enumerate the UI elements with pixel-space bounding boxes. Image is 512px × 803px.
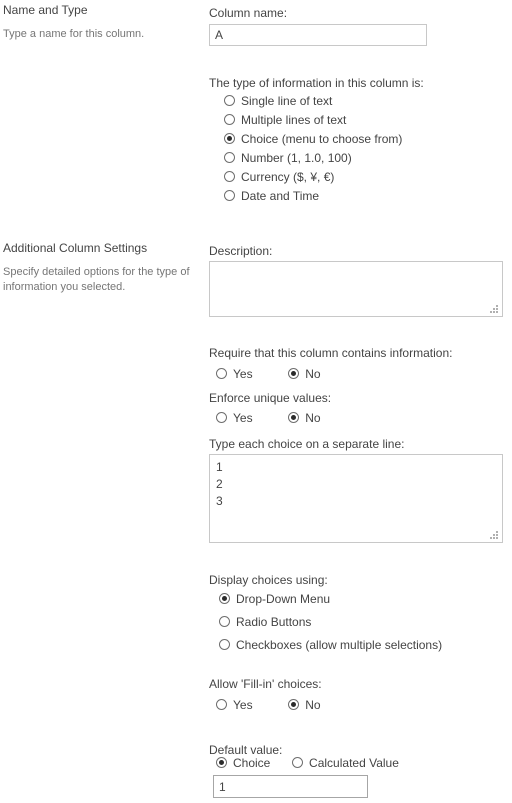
- radio-option-date-and-time[interactable]: Date and Time: [224, 189, 402, 208]
- radio-label: Choice: [233, 756, 271, 770]
- radio-indicator[interactable]: [224, 152, 235, 163]
- radio-indicator[interactable]: [224, 95, 235, 106]
- choices-field-group: Type each choice on a separate line:: [209, 436, 509, 452]
- radio-indicator-selected[interactable]: [219, 593, 230, 604]
- section-additional-column-settings: Additional Column Settings Specify detai…: [3, 241, 208, 295]
- radio-label: Yes: [233, 367, 253, 381]
- section-heading-name-and-type: Name and Type: [3, 3, 88, 17]
- radio-indicator[interactable]: [224, 171, 235, 182]
- enforce-unique-radio-list: Yes No: [216, 411, 321, 430]
- radio-option-unique-no[interactable]: No: [288, 411, 321, 430]
- section-description-name-and-type: Type a name for this column.: [3, 28, 145, 40]
- radio-option-require-no[interactable]: No: [288, 367, 321, 386]
- radio-indicator-selected[interactable]: [288, 412, 300, 423]
- section-heading-additional-settings: Additional Column Settings: [3, 241, 148, 255]
- default-value-radio-list: Choice Calculated Value: [216, 756, 399, 775]
- radio-indicator-selected[interactable]: [216, 757, 227, 768]
- radio-option-checkboxes[interactable]: Checkboxes (allow multiple selections): [219, 638, 442, 661]
- require-information-radio-list: Yes No: [216, 367, 321, 386]
- radio-label: Checkboxes (allow multiple selections): [236, 638, 443, 652]
- radio-label: Number (1, 1.0, 100): [241, 151, 352, 165]
- radio-label: Yes: [233, 698, 253, 712]
- radio-indicator-selected[interactable]: [224, 133, 235, 144]
- fill-in-choices-label: Allow 'Fill-in' choices:: [209, 677, 322, 691]
- radio-label: No: [305, 367, 321, 381]
- radio-option-unique-yes[interactable]: Yes: [216, 411, 253, 430]
- require-information-label: Require that this column contains inform…: [209, 346, 453, 360]
- description-textarea-wrapper: [209, 261, 503, 317]
- radio-label: Radio Buttons: [236, 615, 312, 629]
- radio-indicator[interactable]: [216, 412, 227, 423]
- radio-option-drop-down-menu[interactable]: Drop-Down Menu: [219, 592, 442, 615]
- column-name-input[interactable]: [209, 24, 427, 46]
- radio-option-radio-buttons[interactable]: Radio Buttons: [219, 615, 442, 638]
- section-description-additional-settings: Specify detailed options for the type of…: [3, 266, 190, 293]
- section-name-and-type: Name and Type Type a name for this colum…: [3, 3, 208, 42]
- enforce-unique-label: Enforce unique values:: [209, 391, 332, 405]
- description-label: Description:: [209, 244, 273, 258]
- fill-in-choices-group: Allow 'Fill-in' choices:: [209, 676, 509, 692]
- radio-label: Yes: [233, 411, 253, 425]
- choices-label: Type each choice on a separate line:: [209, 437, 405, 451]
- description-textarea[interactable]: [209, 261, 503, 317]
- display-choices-label: Display choices using:: [209, 573, 328, 587]
- radio-label: Date and Time: [241, 189, 320, 203]
- radio-option-number[interactable]: Number (1, 1.0, 100): [224, 151, 402, 170]
- radio-label: Choice (menu to choose from): [241, 132, 403, 146]
- radio-label: Currency ($, ¥, €): [241, 170, 335, 184]
- column-name-label: Column name:: [209, 6, 288, 20]
- description-field-group: Description:: [209, 243, 509, 259]
- display-choices-group: Display choices using:: [209, 572, 509, 588]
- radio-label: No: [305, 411, 321, 425]
- radio-indicator[interactable]: [219, 639, 230, 650]
- type-of-information-label: The type of information in this column i…: [209, 76, 424, 90]
- display-choices-radio-list: Drop-Down Menu Radio Buttons Checkboxes …: [219, 592, 442, 661]
- radio-label: Single line of text: [241, 94, 333, 108]
- radio-indicator-selected[interactable]: [288, 368, 300, 379]
- radio-indicator-selected[interactable]: [288, 699, 300, 710]
- radio-option-fillin-yes[interactable]: Yes: [216, 698, 253, 717]
- radio-indicator[interactable]: [216, 699, 227, 710]
- column-name-field-group: Column name:: [209, 5, 509, 21]
- fill-in-choices-radio-list: Yes No: [216, 698, 321, 717]
- radio-label: Multiple lines of text: [241, 113, 347, 127]
- radio-option-single-line-of-text[interactable]: Single line of text: [224, 94, 402, 113]
- choices-textarea-wrapper: [209, 454, 503, 543]
- radio-option-default-calculated-value[interactable]: Calculated Value: [292, 756, 399, 775]
- radio-option-multiple-lines-of-text[interactable]: Multiple lines of text: [224, 113, 402, 132]
- type-of-information-radio-list: Single line of text Multiple lines of te…: [224, 94, 402, 208]
- default-value-input[interactable]: [213, 775, 368, 798]
- radio-option-fillin-no[interactable]: No: [288, 698, 321, 717]
- radio-label: Drop-Down Menu: [236, 592, 331, 606]
- radio-indicator[interactable]: [292, 757, 304, 768]
- radio-option-require-yes[interactable]: Yes: [216, 367, 253, 386]
- radio-option-default-choice[interactable]: Choice: [216, 756, 270, 775]
- radio-label: Calculated Value: [309, 756, 399, 770]
- radio-indicator[interactable]: [224, 190, 235, 201]
- radio-indicator[interactable]: [216, 368, 227, 379]
- type-of-information-group: The type of information in this column i…: [209, 75, 509, 91]
- enforce-unique-group: Enforce unique values:: [209, 390, 509, 406]
- radio-option-choice[interactable]: Choice (menu to choose from): [224, 132, 402, 151]
- radio-option-currency[interactable]: Currency ($, ¥, €): [224, 170, 402, 189]
- choices-textarea[interactable]: [209, 454, 503, 543]
- radio-indicator[interactable]: [224, 114, 235, 125]
- radio-indicator[interactable]: [219, 616, 230, 627]
- require-information-group: Require that this column contains inform…: [209, 345, 509, 361]
- radio-label: No: [305, 698, 321, 712]
